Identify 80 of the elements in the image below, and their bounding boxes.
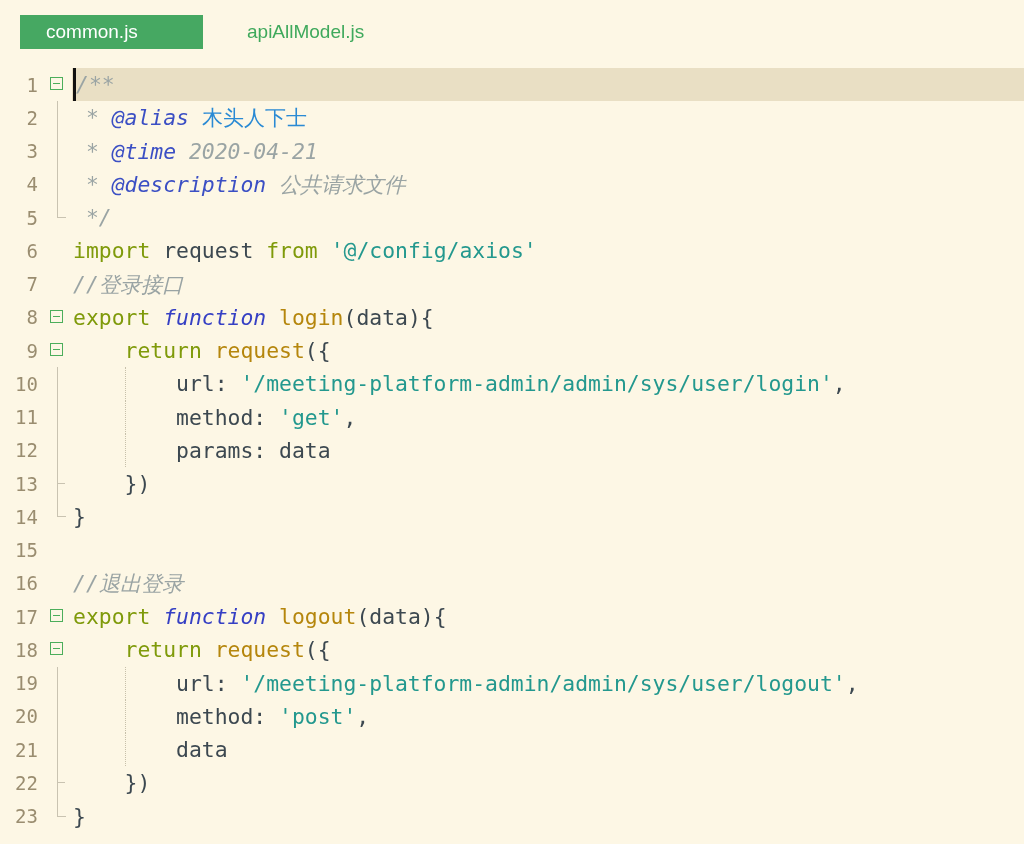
code-token: params: data — [176, 437, 331, 463]
code-token: '/meeting-platform-admin/admin/sys/user/logout' — [240, 670, 846, 696]
code-token: from — [266, 238, 318, 264]
code-token: method: — [176, 404, 267, 430]
text-cursor — [73, 68, 76, 102]
code-token: logout — [279, 604, 357, 630]
code-token: function — [163, 304, 267, 330]
line-number: 12 — [14, 439, 38, 462]
code-token: '@/config/axios' — [330, 238, 537, 264]
code-token: ({ — [304, 338, 331, 364]
line-number: 19 — [14, 672, 38, 695]
code-token: 2020-04-21 — [188, 138, 318, 164]
code-token: @time — [111, 138, 177, 164]
line-number: 23 — [14, 805, 38, 828]
code-token: login — [279, 304, 344, 330]
code-token: } — [73, 504, 86, 530]
code-token: 木头人下士 — [201, 104, 307, 133]
line-number: 2 — [25, 106, 38, 129]
code-token: } — [73, 803, 86, 829]
code-token: (data){ — [356, 604, 447, 630]
line-number: 7 — [25, 273, 38, 296]
code-token: '/meeting-platform-admin/admin/sys/user/login' — [240, 371, 833, 397]
code-token: export — [73, 304, 151, 330]
line-number: 10 — [14, 372, 38, 395]
file-tab[interactable]: apiAllModel.js — [221, 15, 391, 49]
code-token: url: — [176, 670, 228, 696]
fold-toggle[interactable] — [50, 642, 63, 656]
code-token: import — [73, 238, 151, 264]
line-number: 14 — [14, 505, 38, 528]
code-token: method: — [176, 703, 267, 729]
line-number: 20 — [14, 705, 38, 728]
line-number: 11 — [14, 406, 38, 429]
code-token: }) — [124, 770, 151, 796]
code-token: /** — [76, 72, 115, 98]
fold-toggle[interactable] — [50, 609, 63, 622]
code-token: @description — [111, 171, 267, 197]
code-token: function — [163, 604, 267, 630]
code-token: 公共请求文件 — [279, 170, 406, 199]
fold-toggle[interactable] — [50, 77, 63, 90]
code-token: * — [85, 105, 99, 131]
code-token: , — [356, 703, 370, 729]
line-number: 18 — [14, 638, 38, 661]
line-number: 9 — [25, 339, 38, 362]
code-token: * — [85, 171, 99, 197]
code-token: //退出登录 — [73, 569, 183, 598]
code-token: url: — [176, 371, 228, 397]
line-number: 16 — [14, 572, 38, 595]
code-token: request — [163, 238, 254, 264]
code-token: , — [343, 404, 357, 430]
line-number: 22 — [14, 771, 38, 794]
code-token: return — [124, 338, 202, 364]
code-token: , — [832, 371, 846, 397]
code-token: //登录接口 — [73, 270, 183, 299]
line-number: 5 — [25, 206, 38, 229]
line-number: 3 — [25, 140, 38, 163]
fold-toggle[interactable] — [50, 309, 63, 323]
code-token: request — [214, 338, 305, 364]
code-token: 'post' — [279, 703, 357, 729]
code-token: }) — [124, 471, 151, 497]
code-token: */ — [85, 205, 112, 231]
line-number: 13 — [14, 472, 38, 495]
line-number: 15 — [14, 539, 38, 562]
code-token: ({ — [304, 637, 331, 663]
code-token: export — [73, 604, 151, 630]
line-number: 4 — [25, 173, 38, 196]
line-number: 6 — [25, 239, 38, 262]
line-number: 1 — [25, 73, 38, 96]
code-token: return — [124, 637, 202, 663]
line-number: 17 — [14, 605, 38, 628]
line-number: 8 — [25, 306, 38, 329]
line-number: 21 — [14, 738, 38, 761]
code-token: , — [845, 670, 859, 696]
code-token: request — [214, 637, 305, 663]
code-token: @alias — [111, 105, 189, 131]
fold-toggle[interactable] — [50, 343, 63, 356]
file-tab[interactable]: common.js — [20, 15, 203, 49]
code-token: data — [176, 737, 228, 763]
code-token: * — [85, 138, 99, 164]
code-token: 'get' — [279, 404, 344, 430]
code-token: (data){ — [343, 304, 434, 330]
